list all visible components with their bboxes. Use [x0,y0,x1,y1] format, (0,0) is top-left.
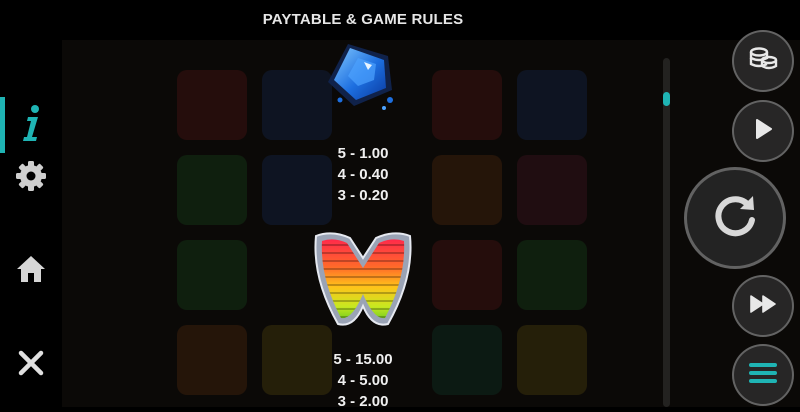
home-icon [15,254,47,289]
page-title: PAYTABLE & GAME RULES [262,11,464,28]
turbo-button[interactable] [732,275,794,337]
payout-list: 5 - 15.00 4 - 5.00 3 - 2.00 [293,349,433,412]
play-icon [752,117,774,146]
sidebar [0,40,62,407]
spin-button[interactable] [684,167,786,269]
spin-icon [709,190,761,247]
coins-icon [748,46,778,77]
autoplay-button[interactable] [732,100,794,162]
blue-gem-icon [318,40,402,120]
sidebar-item-info[interactable] [0,95,62,155]
close-icon [17,349,45,382]
menu-button[interactable] [732,344,794,406]
sidebar-item-settings[interactable] [0,148,62,208]
fast-forward-icon [748,293,778,320]
wild-w-icon [312,228,414,338]
info-icon [18,103,44,148]
payout-list: 5 - 1.00 4 - 0.40 3 - 0.20 [293,143,433,206]
sidebar-item-home[interactable] [0,241,62,301]
sidebar-item-close[interactable] [0,335,62,395]
bet-button[interactable] [732,30,794,92]
menu-icon [748,361,778,390]
payout-5: 5 - 15.00 [333,351,393,368]
header-bar: PAYTABLE & GAME RULES [0,0,800,40]
payout-4: 4 - 5.00 [337,372,389,389]
payout-3: 3 - 0.20 [337,187,389,204]
scrollbar-thumb[interactable] [663,92,670,106]
scrollbar-track[interactable] [663,58,670,407]
payout-5: 5 - 1.00 [337,145,389,162]
payout-4: 4 - 0.40 [337,166,389,183]
gear-icon [14,159,48,198]
payout-3: 3 - 2.00 [337,393,389,410]
